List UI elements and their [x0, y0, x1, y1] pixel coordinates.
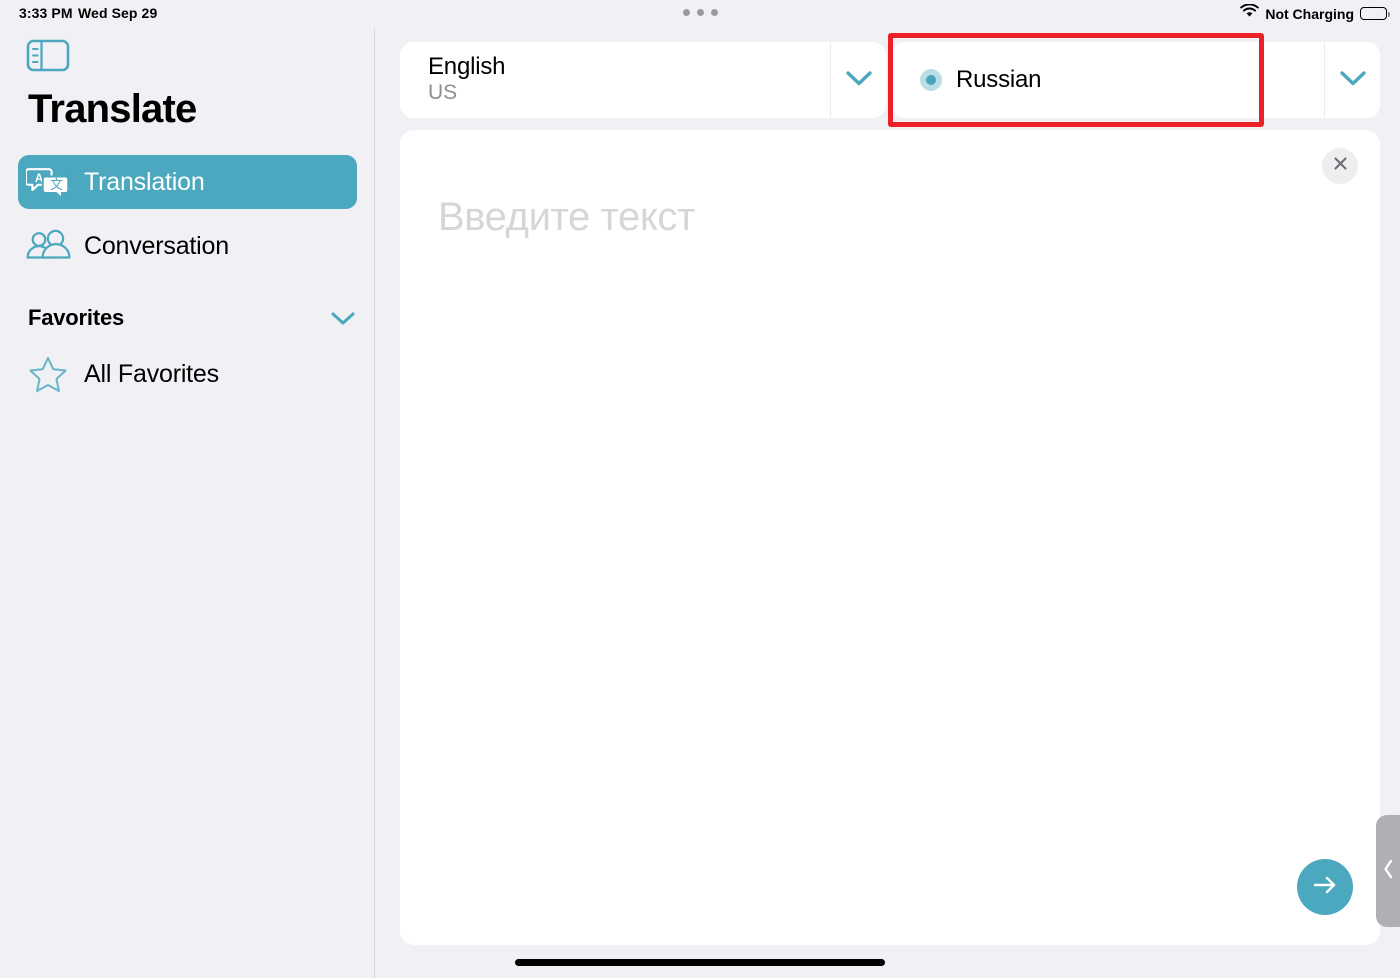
submit-translation-button[interactable] — [1297, 859, 1353, 915]
sidebar-item-label: Conversation — [84, 231, 229, 260]
multitask-dot — [711, 9, 718, 16]
target-language-selector[interactable]: Russian — [892, 42, 1380, 118]
source-language-region: US — [428, 81, 457, 105]
status-bar: 3:33 PM Wed Sep 29 Not Charging — [0, 0, 1400, 28]
target-language-name: Russian — [956, 65, 1042, 93]
target-language-chevron-button[interactable] — [1324, 42, 1380, 118]
sidebar-item-label: Translation — [84, 167, 205, 196]
status-right-group: Not Charging — [1240, 3, 1390, 23]
battery-full-icon — [1360, 7, 1390, 20]
multitask-dot — [683, 9, 690, 16]
sidebar-item-all-favorites[interactable]: All Favorites — [18, 347, 357, 401]
translation-bubbles-icon: A 文 — [25, 166, 71, 198]
home-indicator-bar[interactable] — [515, 959, 885, 966]
source-language-selector[interactable]: English US — [400, 42, 886, 118]
target-language-texts: Russian — [956, 65, 1042, 94]
source-language-name: English — [428, 53, 506, 81]
downloaded-language-dot-core — [926, 75, 936, 85]
source-language-chevron-button[interactable] — [830, 42, 886, 118]
svg-text:文: 文 — [50, 177, 63, 192]
sidebar-item-translation[interactable]: A 文 Translation — [18, 155, 357, 209]
page-title: Translate — [28, 87, 197, 131]
sidebar-section-favorites[interactable]: Favorites — [28, 305, 357, 331]
battery-status-label: Not Charging — [1265, 5, 1354, 22]
multitask-dot — [697, 9, 704, 16]
status-date: Wed Sep 29 — [78, 5, 158, 21]
slide-over-handle[interactable] — [1376, 815, 1400, 927]
two-people-icon — [25, 229, 71, 263]
source-language-texts: English US — [428, 53, 506, 105]
arrow-right-icon — [1310, 872, 1340, 903]
star-outline-icon — [25, 355, 71, 393]
target-language-main[interactable]: Russian — [892, 42, 1324, 118]
sidebar: Translate A 文 Translation Conversation F… — [0, 28, 375, 978]
close-x-icon — [1332, 155, 1349, 177]
chevron-down-icon[interactable] — [329, 309, 357, 327]
wifi-icon — [1240, 3, 1260, 23]
sidebar-item-conversation[interactable]: Conversation — [18, 219, 357, 273]
clear-text-button[interactable] — [1322, 148, 1358, 184]
sidebar-toggle-icon[interactable] — [26, 39, 70, 72]
chevron-down-icon — [843, 68, 875, 93]
sidebar-item-label: All Favorites — [84, 359, 219, 388]
downloaded-language-dot — [920, 69, 942, 91]
translation-input-card[interactable]: Введите текст — [400, 130, 1380, 945]
input-placeholder: Введите текст — [438, 195, 695, 239]
chevron-down-icon — [1337, 68, 1369, 93]
sidebar-section-title: Favorites — [28, 305, 125, 330]
multitasking-dots-icon[interactable] — [683, 9, 718, 16]
ipad-translate-screen: 3:33 PM Wed Sep 29 Not Charging Translat… — [0, 0, 1400, 978]
status-time: 3:33 PM — [19, 5, 73, 21]
chevron-left-icon — [1382, 858, 1395, 885]
source-language-main[interactable]: English US — [400, 42, 830, 118]
